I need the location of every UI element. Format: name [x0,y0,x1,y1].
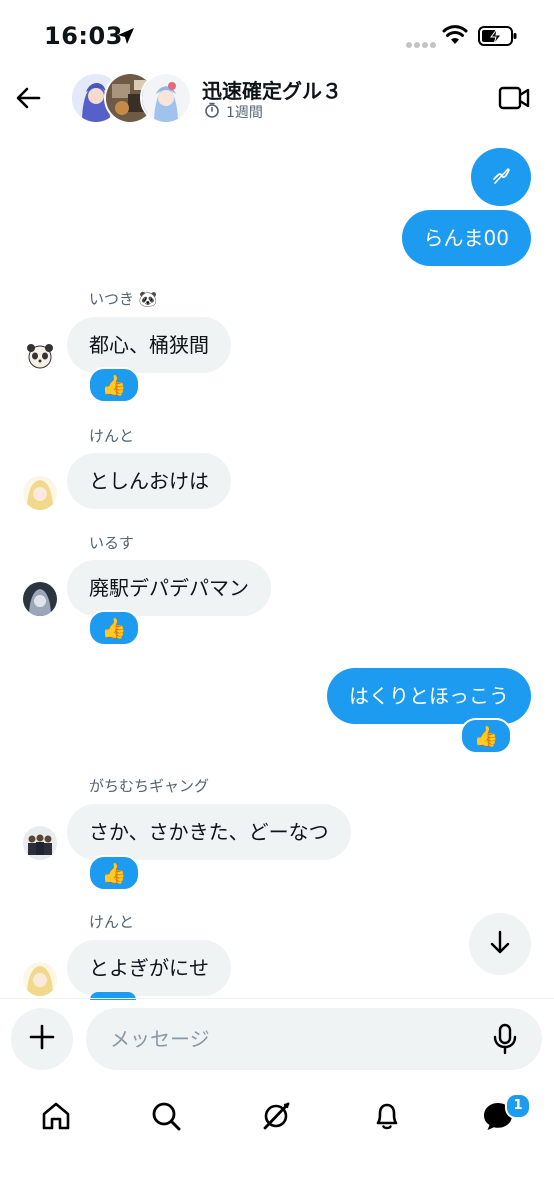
search-icon[interactable] [146,1096,186,1136]
battery-icon [478,25,518,51]
wifi-icon [442,25,468,49]
reaction-badge[interactable]: 👍 [88,610,140,646]
message-bubble-out[interactable]: はくりとほっこう [327,668,531,724]
disappearing-timer: 1週間 [204,102,263,122]
timer-icon [204,102,220,122]
bell-icon[interactable] [367,1096,407,1136]
avatar[interactable] [23,340,57,374]
add-attachment-button[interactable] [11,1008,73,1070]
sender-name: がちむちギャング [89,777,210,795]
sender-name: いるす [89,534,135,552]
attachment-icon [490,164,512,190]
messages-badge: 1 [505,1093,531,1119]
avatar[interactable] [23,826,57,860]
message-bubble-in[interactable]: としんおけは [67,453,231,509]
sender-name: けんと [89,913,135,931]
location-arrow-icon [116,26,136,50]
message-bubble-in[interactable]: とよぎがにせ [67,940,231,996]
sender-name: けんと [89,427,135,445]
avatar [140,72,192,124]
home-icon[interactable] [36,1096,76,1136]
conversation-title[interactable]: 迅速確定グル３ [202,75,342,104]
back-arrow-icon[interactable] [14,84,42,116]
message-bubble-out[interactable]: らんま00 [401,210,531,266]
avatar[interactable] [23,476,57,510]
status-time: 16:03 [44,22,123,50]
reaction-badge[interactable]: 👍 [460,718,512,754]
arrow-down-icon [487,929,513,959]
message-bubble-in[interactable]: 廃駅デパデパマン [67,560,271,616]
avatar[interactable] [23,962,57,996]
composer-divider [0,998,554,999]
reaction-badge[interactable]: 👍 [88,367,140,403]
sender-name: いつき 🐼 [89,290,158,308]
video-call-icon[interactable] [498,85,530,115]
signal-dots-icon [406,34,436,53]
scroll-to-bottom-button[interactable] [469,913,531,975]
plus-icon [29,1024,55,1054]
microphone-icon[interactable] [492,1023,518,1059]
message-input[interactable] [86,1008,542,1070]
reaction-badge[interactable]: 👍 [88,855,140,891]
avatar[interactable] [23,582,57,616]
message-bubble-in[interactable]: さか、さかきた、どーなつ [67,804,351,860]
grok-icon[interactable] [256,1096,296,1136]
timer-label: 1週間 [226,105,263,121]
message-bubble-in[interactable]: 都心、桶狭間 [67,317,231,373]
attachment-bubble[interactable] [471,148,531,206]
group-avatars[interactable] [70,72,192,126]
